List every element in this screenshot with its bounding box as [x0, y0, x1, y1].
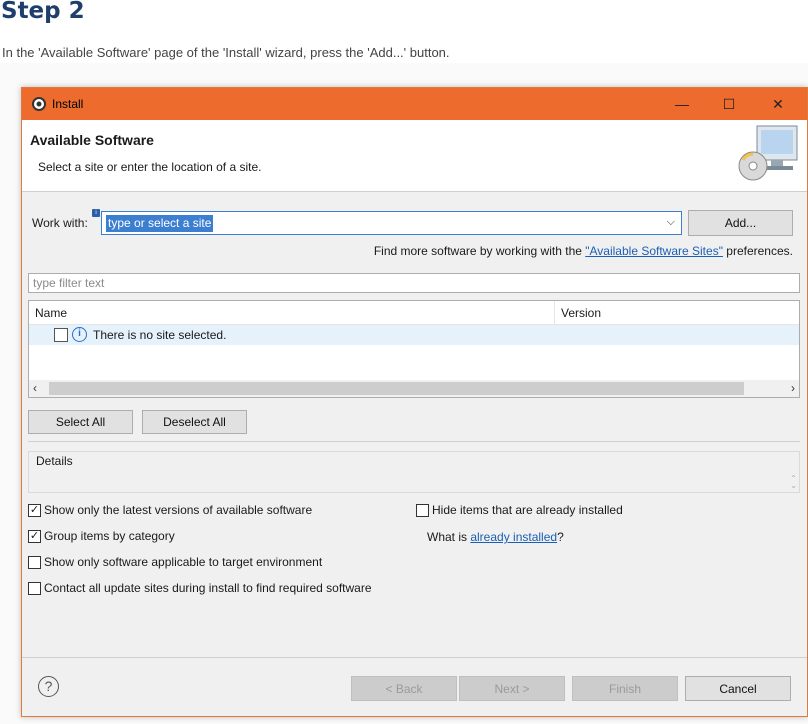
- minimize-button[interactable]: —: [659, 88, 705, 120]
- step-description: In the 'Available Software' page of the …: [2, 45, 450, 60]
- help-icon[interactable]: ?: [38, 676, 59, 697]
- column-name[interactable]: Name: [35, 306, 67, 320]
- chevron-left-icon[interactable]: ‹: [33, 381, 37, 395]
- info-decoration-icon: i: [92, 209, 100, 217]
- back-button[interactable]: < Back: [351, 676, 457, 701]
- checkbox-label: Group items by category: [44, 529, 175, 543]
- maximize-button[interactable]: ☐: [706, 88, 752, 120]
- filter-placeholder: type filter text: [33, 276, 105, 290]
- find-more-suffix: preferences.: [722, 244, 793, 258]
- checkbox-box[interactable]: [28, 555, 41, 569]
- work-with-selected-text[interactable]: type or select a site: [106, 215, 214, 232]
- target-env-checkbox[interactable]: Show only software applicable to target …: [28, 555, 322, 569]
- close-icon: ✕: [772, 95, 784, 112]
- software-tree[interactable]: Name Version i There is no site selected…: [28, 300, 800, 398]
- chevron-down-icon[interactable]: ⌵: [667, 216, 675, 229]
- checkbox-label: Show only software applicable to target …: [44, 555, 323, 569]
- hide-installed-checkbox[interactable]: Hide items that are already installed: [416, 503, 623, 517]
- find-more-prefix: Find more software by working with the: [373, 244, 586, 258]
- maximize-icon: ☐: [722, 95, 736, 112]
- already-installed-link[interactable]: already installed: [470, 530, 557, 544]
- show-latest-checkbox[interactable]: ✓ Show only the latest versions of avail…: [28, 503, 312, 517]
- checkbox-label: Hide items that are already installed: [432, 503, 623, 517]
- details-scroll-arrows-icon[interactable]: ⌃ ⌄: [790, 475, 797, 490]
- add-button[interactable]: Add...: [688, 210, 793, 236]
- work-with-label: Work with:: [32, 216, 88, 230]
- title-bar[interactable]: Install — ☐ ✕: [22, 88, 807, 120]
- select-all-button[interactable]: Select All: [28, 410, 133, 434]
- finish-button[interactable]: Finish: [572, 676, 678, 701]
- horizontal-scrollbar[interactable]: ‹ ›: [29, 380, 799, 397]
- minimize-icon: —: [675, 96, 689, 112]
- checkbox-box[interactable]: ✓: [28, 503, 41, 517]
- checkbox-box[interactable]: [416, 503, 429, 517]
- details-group: Details ⌃ ⌄: [28, 451, 800, 493]
- deselect-all-button[interactable]: Deselect All: [142, 410, 247, 434]
- group-by-category-checkbox[interactable]: ✓ Group items by category: [28, 529, 175, 543]
- footer-divider: [22, 657, 807, 658]
- contact-sites-checkbox[interactable]: Contact all update sites during install …: [28, 581, 372, 595]
- software-install-cd-monitor-icon: [738, 125, 798, 181]
- cancel-button[interactable]: Cancel: [685, 676, 791, 701]
- scrollbar-thumb[interactable]: [49, 382, 744, 395]
- page-title: Available Software: [30, 132, 154, 148]
- what-is-prefix: What is: [427, 530, 471, 544]
- next-button[interactable]: Next >: [459, 676, 565, 701]
- install-dialog: Install — ☐ ✕ Available Software Select …: [21, 87, 808, 717]
- available-software-sites-link[interactable]: "Available Software Sites": [585, 244, 723, 258]
- row-checkbox[interactable]: [54, 328, 68, 342]
- tree-header: Name Version: [29, 301, 799, 325]
- step-title: Step 2: [1, 0, 85, 24]
- row-name: There is no site selected.: [93, 328, 227, 342]
- checkbox-box[interactable]: ✓: [28, 529, 41, 543]
- wizard-header: Available Software Select a site or ente…: [22, 120, 807, 192]
- page-description: Select a site or enter the location of a…: [38, 160, 262, 174]
- chevron-right-icon[interactable]: ›: [791, 381, 795, 395]
- what-is-suffix: ?: [557, 530, 564, 544]
- find-more-text: Find more software by working with the "…: [374, 244, 793, 258]
- filter-input[interactable]: type filter text: [28, 273, 800, 293]
- details-label: Details: [36, 454, 73, 468]
- what-is-installed-text: What is already installed?: [427, 530, 564, 544]
- divider: [28, 441, 800, 442]
- eclipse-gear-icon: [32, 97, 46, 111]
- checkbox-label: Contact all update sites during install …: [44, 581, 372, 595]
- table-row[interactable]: i There is no site selected.: [29, 325, 799, 345]
- column-version[interactable]: Version: [561, 306, 601, 320]
- info-icon: i: [72, 327, 87, 342]
- work-with-combo[interactable]: type or select a site ⌵: [101, 211, 682, 235]
- checkbox-box[interactable]: [28, 581, 41, 595]
- window-title: Install: [52, 97, 84, 111]
- close-button[interactable]: ✕: [755, 88, 801, 120]
- column-divider[interactable]: [554, 301, 555, 325]
- checkbox-label: Show only the latest versions of availab…: [44, 503, 313, 517]
